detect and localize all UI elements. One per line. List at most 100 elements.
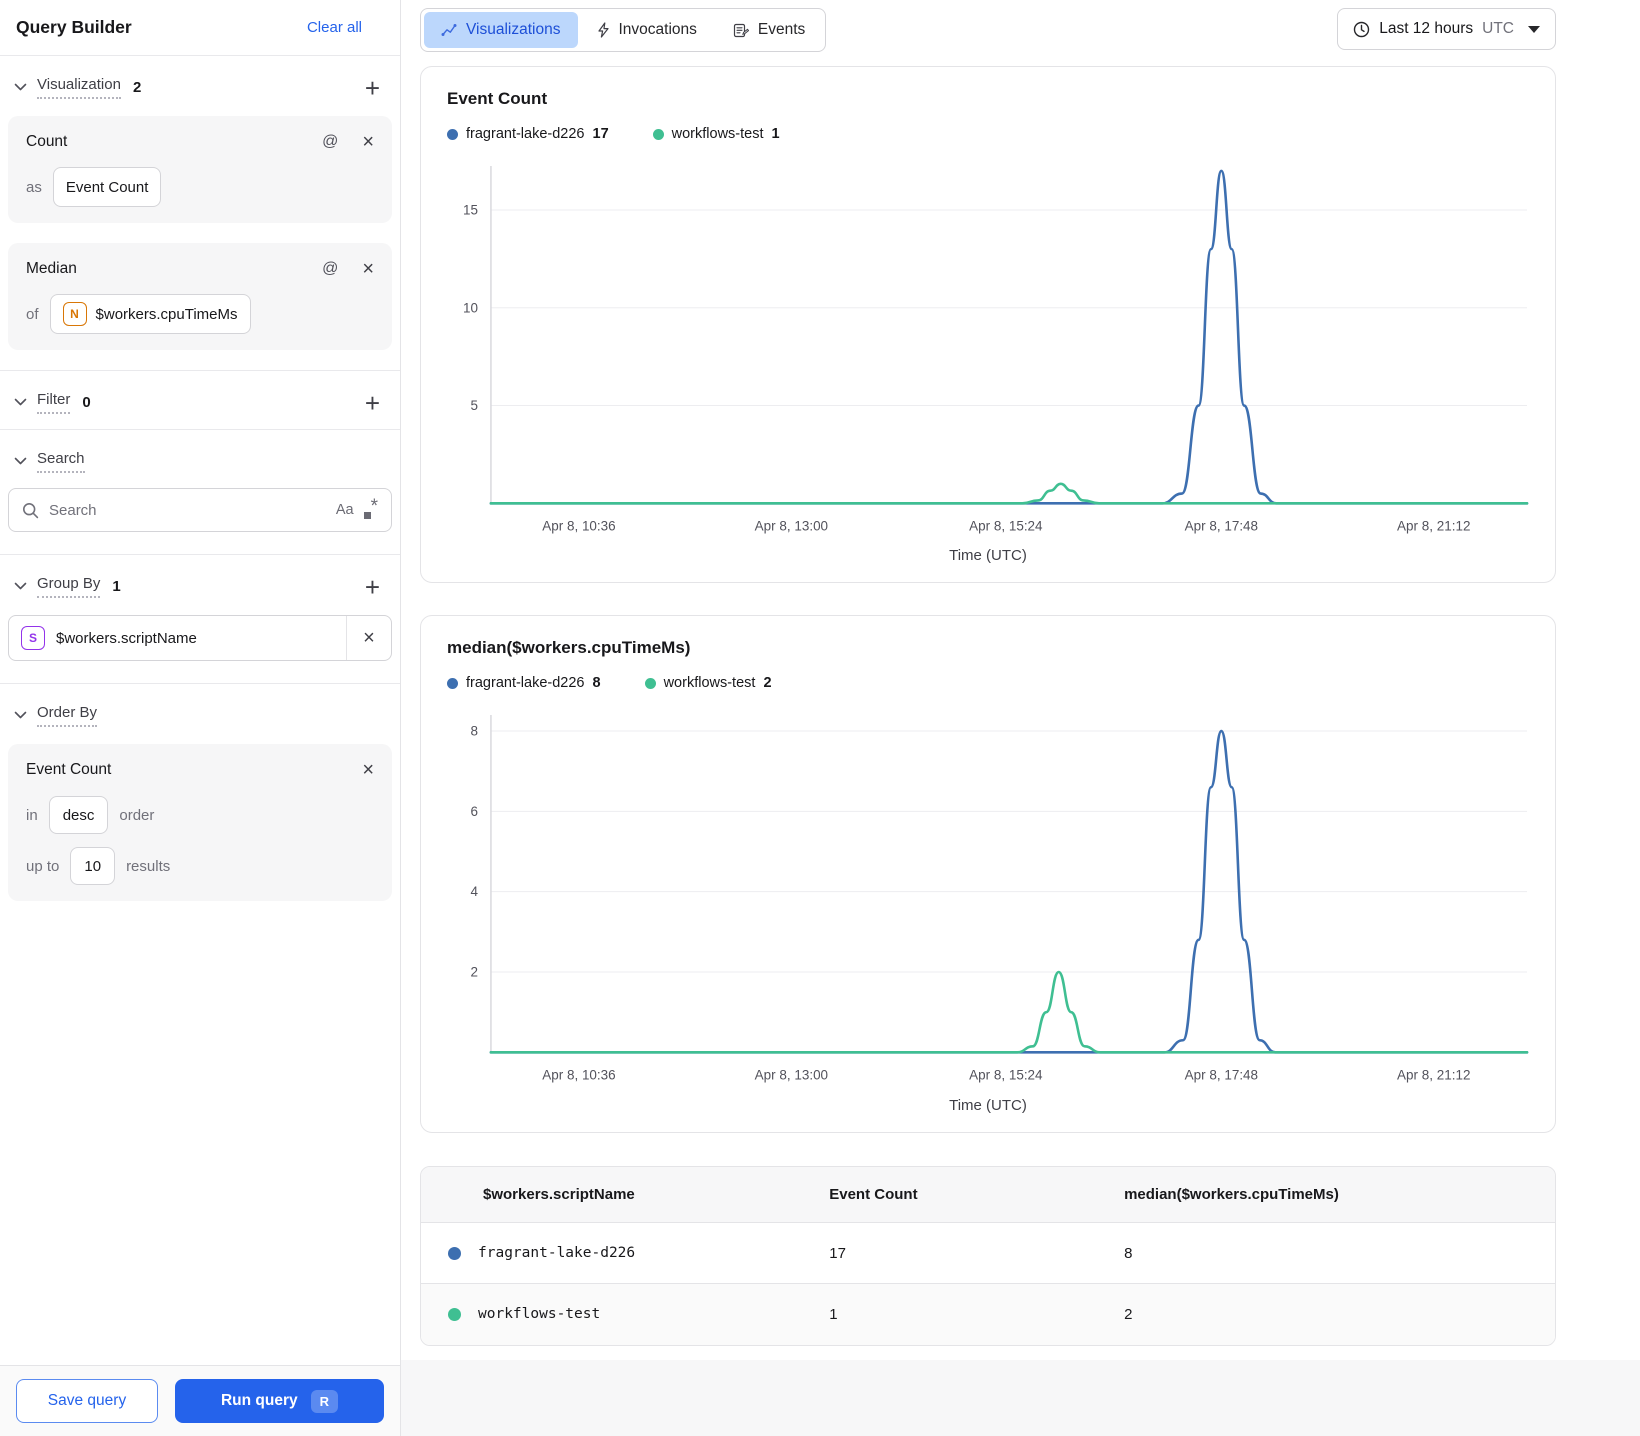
group-by-field: $workers.scriptName xyxy=(56,629,197,647)
x-tick-label: Apr 8, 10:36 xyxy=(542,1068,615,1083)
column-header-event-count[interactable]: Event Count xyxy=(829,1166,1125,1223)
series-dot-icon xyxy=(644,677,656,689)
results-table-card: $workers.scriptName Event Count median($… xyxy=(420,1165,1556,1346)
tab-events[interactable]: Events xyxy=(716,12,822,48)
legend-item[interactable]: workflows-test 1 xyxy=(652,126,780,142)
y-tick-label: 10 xyxy=(463,300,478,315)
x-tick-label: Apr 8, 21:12 xyxy=(1397,1068,1470,1083)
line-chart[interactable]: 2 4 6 8 Apr 8, 10:36 Apr 8, 13:00 Apr 8, 15:24… xyxy=(447,701,1529,1092)
sort-direction-chip[interactable]: desc xyxy=(48,796,109,834)
legend-item[interactable]: fragrant-lake-d226 8 xyxy=(447,675,601,691)
x-axis-title: Time (UTC) xyxy=(949,547,1027,565)
series-line-fragrant-lake-d226[interactable] xyxy=(489,169,1529,505)
search-icon xyxy=(22,502,39,519)
cell-median: 2 xyxy=(1124,1283,1555,1345)
column-header-script-name[interactable]: $workers.scriptName xyxy=(421,1166,830,1223)
field-chip[interactable]: N $workers.cpuTimeMs xyxy=(49,294,251,334)
tab-visualizations[interactable]: Visualizations xyxy=(424,12,578,48)
order-by-section-label[interactable]: Order By xyxy=(37,704,98,727)
caret-down-icon xyxy=(1528,25,1540,33)
save-query-button[interactable]: Save query xyxy=(16,1379,158,1423)
legend-series-value: 8 xyxy=(592,675,601,692)
aggregation-name: Median xyxy=(26,260,77,277)
add-filter-button[interactable]: + xyxy=(365,390,380,416)
clock-icon xyxy=(1353,21,1370,38)
sidebar-footer: Save query Run query R xyxy=(0,1365,400,1436)
visualization-card-count: Count @ × as Event Count xyxy=(8,116,392,223)
group-by-section-header: Group By 1 + xyxy=(0,555,400,613)
close-icon[interactable]: × xyxy=(362,760,374,780)
time-range-selector[interactable]: Last 12 hours UTC xyxy=(1337,8,1556,50)
line-chart[interactable]: 5 10 15 Apr 8, 10:36 Apr 8, 13:00 Apr 8, 15:2… xyxy=(447,152,1529,543)
toolbar: Visualizations Invocations Events Last 1… xyxy=(420,8,1556,52)
order-by-field: Event Count xyxy=(26,761,112,778)
table-row[interactable]: fragrant-lake-d226 17 8 xyxy=(421,1222,1555,1284)
legend-item[interactable]: workflows-test 2 xyxy=(644,675,772,691)
filter-count: 0 xyxy=(82,394,91,411)
mention-icon[interactable]: @ xyxy=(322,260,338,278)
filter-section-label[interactable]: Filter xyxy=(37,391,71,414)
series-dot-icon xyxy=(448,1307,461,1321)
column-header-median[interactable]: median($workers.cpuTimeMs) xyxy=(1124,1166,1555,1223)
series-dot-icon xyxy=(447,128,458,140)
add-visualization-button[interactable]: + xyxy=(365,75,380,101)
visualization-count: 2 xyxy=(132,79,142,96)
cell-median: 8 xyxy=(1124,1222,1555,1284)
search-section-header: Search xyxy=(0,430,400,488)
alias-chip[interactable]: Event Count xyxy=(52,167,162,207)
chevron-down-icon[interactable] xyxy=(14,457,27,466)
view-tabs: Visualizations Invocations Events xyxy=(420,8,827,52)
results-table: $workers.scriptName Event Count median($… xyxy=(421,1166,1555,1345)
lightning-bolt-icon xyxy=(597,22,610,38)
add-group-by-button[interactable]: + xyxy=(365,574,380,600)
cell-script-name: workflows-test xyxy=(478,1306,601,1323)
series-line-workflows-test[interactable] xyxy=(489,482,1529,505)
chevron-down-icon[interactable] xyxy=(14,711,27,720)
clear-all-link[interactable]: Clear all xyxy=(307,19,362,36)
chevron-down-icon[interactable] xyxy=(14,83,27,92)
visualization-section-header: Visualization 2 + xyxy=(0,56,400,114)
y-tick-label: 4 xyxy=(470,884,478,899)
close-icon[interactable]: × xyxy=(362,259,374,279)
cell-event-count: 17 xyxy=(829,1222,1125,1284)
tab-invocations[interactable]: Invocations xyxy=(580,12,714,48)
search-input[interactable] xyxy=(49,501,326,519)
regex-icon[interactable]: * xyxy=(363,497,378,520)
group-by-field-row[interactable]: S $workers.scriptName × xyxy=(8,615,392,661)
remove-group-by-button[interactable]: × xyxy=(346,616,391,660)
limit-chip[interactable]: 10 xyxy=(70,847,116,885)
line-chart-svg: 2 4 6 8 Apr 8, 10:36 Apr 8, 13:00 Apr 8, 15:24… xyxy=(470,715,1529,1083)
cell-event-count: 1 xyxy=(829,1283,1125,1345)
keyboard-shortcut-badge: R xyxy=(310,1389,339,1413)
x-tick-label: Apr 8, 21:12 xyxy=(1397,518,1470,533)
string-field-icon: S xyxy=(21,626,45,650)
x-tick-label: Apr 8, 15:24 xyxy=(969,518,1043,533)
as-label: as xyxy=(26,178,42,196)
time-range-value: Last 12 hours xyxy=(1379,20,1474,37)
y-tick-label: 6 xyxy=(470,804,478,819)
x-tick-label: Apr 8, 15:24 xyxy=(969,1068,1043,1083)
case-sensitive-icon[interactable]: Aa xyxy=(336,502,354,518)
chevron-down-icon[interactable] xyxy=(14,582,27,591)
search-section-label[interactable]: Search xyxy=(37,450,85,473)
y-tick-label: 5 xyxy=(470,398,478,413)
order-by-card: Event Count × in desc order up to 10 res… xyxy=(8,744,392,901)
results-label: results xyxy=(126,857,171,875)
run-query-button[interactable]: Run query R xyxy=(175,1379,384,1423)
visualization-section-label[interactable]: Visualization xyxy=(37,76,121,99)
table-row[interactable]: workflows-test 1 2 xyxy=(421,1283,1555,1345)
chevron-down-icon[interactable] xyxy=(14,398,27,407)
legend-item[interactable]: fragrant-lake-d226 17 xyxy=(447,126,609,142)
group-by-section-label[interactable]: Group By xyxy=(37,575,101,598)
close-icon[interactable]: × xyxy=(362,132,374,152)
legend-series-name: fragrant-lake-d226 xyxy=(466,126,585,142)
group-by-count: 1 xyxy=(112,578,121,595)
y-tick-label: 8 xyxy=(470,724,478,739)
up-to-label: up to xyxy=(26,857,60,875)
legend-series-value: 1 xyxy=(771,126,780,142)
mention-icon[interactable]: @ xyxy=(322,133,338,151)
x-tick-label: Apr 8, 17:48 xyxy=(1185,518,1258,533)
page-title: Query Builder xyxy=(16,17,132,37)
series-line-workflows-test[interactable] xyxy=(489,970,1529,1054)
event-note-icon xyxy=(733,23,749,38)
